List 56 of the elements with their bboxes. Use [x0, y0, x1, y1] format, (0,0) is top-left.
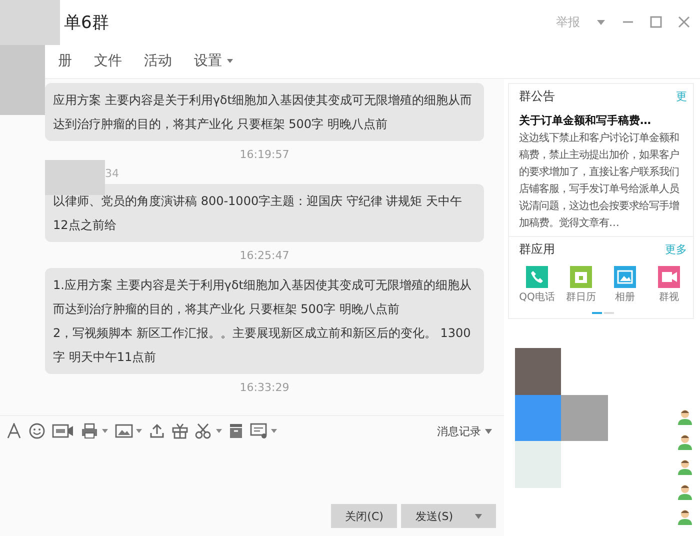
- caret-icon[interactable]: [216, 429, 222, 433]
- app-label[interactable]: QQ电话: [519, 290, 555, 304]
- notice-title: 群公告: [519, 88, 555, 105]
- sender-name: 34: [105, 167, 120, 180]
- tab[interactable]: 活动: [138, 50, 178, 72]
- window-title: 单6群: [64, 12, 109, 34]
- tab[interactable]: 册: [52, 50, 78, 72]
- member-avatar-icon[interactable]: [678, 484, 692, 500]
- message-bubble: 以律师、党员的角度演讲稿 800-1000字主题：迎国庆 守纪律 讲规矩 天中午12点之前给: [45, 184, 484, 242]
- maximize-icon[interactable]: [650, 16, 662, 28]
- archive-icon[interactable]: [229, 423, 243, 439]
- scissors-icon[interactable]: [195, 423, 213, 439]
- redaction-block: [515, 395, 561, 441]
- photo-icon[interactable]: [614, 266, 636, 288]
- app-label[interactable]: 群日历: [566, 290, 596, 304]
- app-label[interactable]: 相册: [615, 290, 635, 304]
- close-icon[interactable]: [678, 16, 690, 28]
- caret-icon[interactable]: [226, 58, 234, 64]
- redaction-block: [515, 348, 561, 395]
- caret-icon[interactable]: [596, 18, 606, 26]
- message-time: 16:25:47: [238, 249, 290, 262]
- caret-icon[interactable]: [475, 514, 482, 518]
- message-time: 16:33:29: [238, 381, 290, 394]
- caret-icon[interactable]: [102, 429, 108, 433]
- notice-heading[interactable]: 关于订单金额和写手稿费…: [519, 113, 687, 128]
- tab[interactable]: 设置: [188, 50, 240, 72]
- message-bubble: 1.应用方案 主要内容是关于利用γδt细胞加入基因使其变成可无限增殖的细胞从而达到治疗肿瘤的目的，将其产业化 只要框架 500字 明晚八点前 2，写视频脚本 新区工作汇报。。主要展现新区成立前和新区后的变化。 1300字 明天中午11点前: [45, 268, 484, 374]
- upload-icon[interactable]: [149, 423, 165, 439]
- printer-icon[interactable]: [81, 423, 99, 439]
- member-avatar-icon[interactable]: [678, 409, 692, 425]
- video-icon[interactable]: [658, 266, 680, 288]
- gift-icon[interactable]: [172, 423, 188, 439]
- image-icon[interactable]: [115, 423, 133, 439]
- member-avatar-icon[interactable]: [678, 459, 692, 475]
- app-label[interactable]: 群视: [659, 290, 679, 304]
- phone-icon[interactable]: [526, 266, 548, 288]
- emoji-icon[interactable]: [29, 423, 45, 439]
- member-avatar-icon[interactable]: [678, 509, 692, 525]
- notice-text: 这边线下禁止和客户讨论订单金额和稿费，禁止主动提出加价，如果客户的要求增加了，直接让客户联系我们店铺客服，写手发订单号给派单人员说清问题，这边也会按要求给写手增加稿费。觉得文章有…: [519, 131, 680, 231]
- redaction-block: [515, 441, 561, 488]
- apps-title: 群应用: [519, 241, 555, 258]
- caret-icon[interactable]: [136, 429, 142, 433]
- member-avatar-icon[interactable]: [678, 434, 692, 450]
- message-bubble: 应用方案 主要内容是关于利用γδt细胞加入基因使其变成可无限增殖的细胞从而达到治疗肿瘤的目的，将其产业化 只要框架 500字 明晚八点前: [45, 83, 484, 141]
- redaction-block: [45, 160, 105, 195]
- caret-icon[interactable]: [485, 428, 492, 434]
- screen-icon[interactable]: [250, 423, 268, 439]
- action-button[interactable]: 发送(S): [401, 504, 496, 528]
- gif-icon[interactable]: [52, 423, 74, 439]
- redaction-block: [561, 395, 608, 441]
- history-button[interactable]: 消息记录: [431, 422, 498, 440]
- tab[interactable]: 文件: [88, 50, 128, 72]
- message-time: 16:19:57: [238, 148, 290, 161]
- action-button[interactable]: 关闭(C): [331, 504, 398, 528]
- font-icon[interactable]: [6, 423, 22, 439]
- caret-icon[interactable]: [271, 429, 277, 433]
